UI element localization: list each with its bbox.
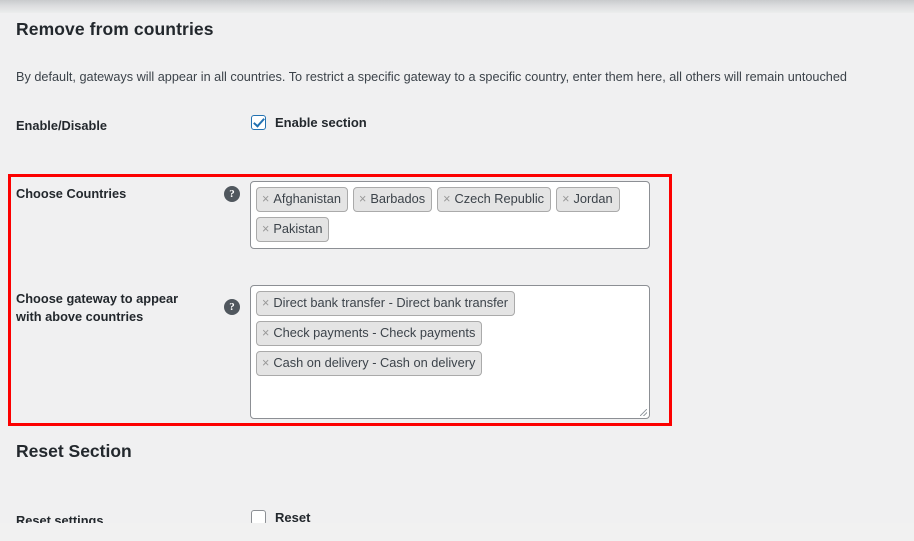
enable-section-checkbox[interactable] <box>251 115 266 130</box>
section-description: By default, gateways will appear in all … <box>16 70 847 84</box>
enable-disable-label: Enable/Disable <box>16 118 108 133</box>
country-tag[interactable]: × Czech Republic <box>437 187 552 212</box>
top-gradient-band <box>0 0 914 13</box>
gateway-tag-label: Check payments - Check payments <box>273 325 476 340</box>
help-question-icon[interactable]: ? <box>224 186 240 202</box>
country-tag-label: Jordan <box>573 191 613 206</box>
resize-handle[interactable] <box>640 409 647 416</box>
reset-section-title: Reset Section <box>16 441 132 461</box>
enable-section-row[interactable]: Enable section <box>251 115 367 130</box>
remove-tag-icon[interactable]: × <box>262 192 269 206</box>
remove-tag-icon[interactable]: × <box>359 192 366 206</box>
gateway-tag[interactable]: × Check payments - Check payments <box>256 321 483 346</box>
settings-page: Remove from countries By default, gatewa… <box>0 13 914 541</box>
country-tag[interactable]: × Jordan <box>556 187 620 212</box>
remove-tag-icon[interactable]: × <box>262 296 269 310</box>
remove-tag-icon[interactable]: × <box>562 192 569 206</box>
gateway-tag-label: Direct bank transfer - Direct bank trans… <box>273 295 509 310</box>
country-tag[interactable]: × Afghanistan <box>256 187 348 212</box>
country-tag-label: Czech Republic <box>454 191 545 206</box>
remove-tag-icon[interactable]: × <box>443 192 450 206</box>
remove-tag-icon[interactable]: × <box>262 222 269 236</box>
enable-section-label: Enable section <box>275 115 367 130</box>
help-question-icon[interactable]: ? <box>224 299 240 315</box>
gateways-multiselect[interactable]: × Direct bank transfer - Direct bank tran… <box>250 285 650 419</box>
choose-gateway-label-line1: Choose gateway to appear <box>16 291 179 306</box>
remove-tag-icon[interactable]: × <box>262 326 269 340</box>
country-tag-label: Afghanistan <box>273 191 341 206</box>
country-tag-label: Barbados <box>370 191 426 206</box>
choose-gateway-label: Choose gateway to appear with above coun… <box>16 290 178 326</box>
countries-multiselect[interactable]: × Afghanistan × Barbados × Czech Republic × Jor… <box>250 181 650 249</box>
choose-gateway-label-line2: with above countries <box>16 309 144 324</box>
country-tag[interactable]: × Pakistan <box>256 217 330 242</box>
country-tag-label: Pakistan <box>273 221 323 236</box>
page-title: Remove from countries <box>16 19 214 39</box>
bottom-spacer <box>0 523 914 541</box>
gateway-tag-label: Cash on delivery - Cash on delivery <box>273 355 476 370</box>
choose-countries-label: Choose Countries <box>16 186 127 201</box>
country-tag[interactable]: × Barbados <box>352 187 433 212</box>
remove-tag-icon[interactable]: × <box>262 356 269 370</box>
gateway-tag[interactable]: × Cash on delivery - Cash on delivery <box>256 351 483 376</box>
gateway-tag[interactable]: × Direct bank transfer - Direct bank tran… <box>256 291 516 316</box>
